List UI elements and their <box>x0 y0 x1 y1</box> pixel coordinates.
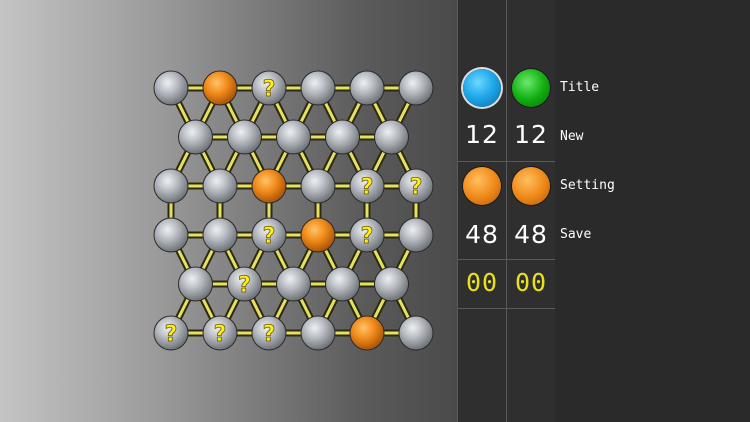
board-node-gray[interactable] <box>398 217 434 253</box>
game-menu: Title New Setting Save <box>555 0 750 422</box>
player2-stone-indicator <box>507 162 555 210</box>
game-board[interactable]: ????????? <box>0 0 457 422</box>
gray-stone-icon <box>300 70 336 106</box>
board-node-question[interactable]: ? <box>153 315 189 351</box>
board-node-orange[interactable] <box>300 217 336 253</box>
gray-stone-icon <box>178 266 213 302</box>
player2-score: 48 <box>514 220 548 249</box>
scoreboard-row-divider <box>458 259 555 260</box>
board-node-gray[interactable] <box>153 168 189 204</box>
gray-stone-icon <box>325 266 360 302</box>
board-node-orange[interactable] <box>349 315 385 351</box>
question-mark-icon: ? <box>238 273 251 298</box>
game-board-area: ????????? <box>0 0 457 422</box>
setting-button[interactable]: Setting <box>560 178 615 193</box>
board-node-gray[interactable] <box>153 70 189 106</box>
scoreboard-row-divider <box>458 308 555 309</box>
board-node-question[interactable]: ? <box>349 217 385 253</box>
new-game-button[interactable]: New <box>560 129 583 144</box>
gray-stone-icon <box>276 266 311 302</box>
board-node-gray[interactable] <box>374 119 409 155</box>
gray-stone-icon <box>153 70 189 106</box>
question-mark-icon: ? <box>263 224 276 249</box>
board-node-gray[interactable] <box>398 70 434 106</box>
player1-timer: 00 <box>465 268 499 297</box>
gray-stone-icon <box>349 70 385 106</box>
question-mark-icon: ? <box>361 224 374 249</box>
orange-stone-icon <box>251 168 287 204</box>
question-mark-icon: ? <box>263 322 276 347</box>
gray-stone-icon <box>300 315 336 351</box>
player2-orange-orb-icon <box>512 167 550 205</box>
board-node-gray[interactable] <box>374 266 409 302</box>
title-button[interactable]: Title <box>560 80 599 95</box>
player1-blue-orb-icon <box>463 69 501 107</box>
gray-stone-icon <box>276 119 311 155</box>
board-node-gray[interactable] <box>178 119 213 155</box>
player1-count: 12 <box>465 120 499 149</box>
question-mark-icon: ? <box>410 175 423 200</box>
board-node-question[interactable]: ? <box>202 315 238 351</box>
gray-stone-icon <box>153 168 189 204</box>
board-node-gray[interactable] <box>153 217 189 253</box>
player1-color-indicator <box>458 64 506 112</box>
orange-stone-icon <box>300 217 336 253</box>
player2-green-orb-icon <box>512 69 550 107</box>
player1-orange-orb-icon <box>463 167 501 205</box>
question-mark-icon: ? <box>214 322 227 347</box>
question-mark-icon: ? <box>165 322 178 347</box>
scoreboard: 12 12 48 48 00 00 <box>457 0 556 422</box>
board-node-gray[interactable] <box>300 315 336 351</box>
board-node-gray[interactable] <box>276 266 311 302</box>
gray-stone-icon <box>178 119 213 155</box>
gray-stone-icon <box>300 168 336 204</box>
gray-stone-icon <box>202 217 238 253</box>
board-node-gray[interactable] <box>398 315 434 351</box>
board-node-question[interactable]: ? <box>349 168 385 204</box>
gray-stone-icon <box>325 119 360 155</box>
gray-stone-icon <box>227 119 262 155</box>
player2-timer: 00 <box>514 268 548 297</box>
player1-stone-indicator <box>458 162 506 210</box>
board-node-question[interactable]: ? <box>251 315 287 351</box>
board-node-gray[interactable] <box>227 119 262 155</box>
board-node-gray[interactable] <box>325 119 360 155</box>
board-node-gray[interactable] <box>300 70 336 106</box>
board-node-gray[interactable] <box>300 168 336 204</box>
board-node-gray[interactable] <box>202 168 238 204</box>
player2-count: 12 <box>514 120 548 149</box>
gray-stone-icon <box>374 119 409 155</box>
gray-stone-icon <box>398 70 434 106</box>
board-node-gray[interactable] <box>202 217 238 253</box>
board-node-question[interactable]: ? <box>251 217 287 253</box>
board-node-gray[interactable] <box>325 266 360 302</box>
board-node-question[interactable]: ? <box>227 266 262 302</box>
gray-stone-icon <box>398 217 434 253</box>
player2-color-indicator <box>507 64 555 112</box>
question-mark-icon: ? <box>263 77 276 102</box>
gray-stone-icon <box>398 315 434 351</box>
orange-stone-icon <box>349 315 385 351</box>
gray-stone-icon <box>153 217 189 253</box>
board-node-gray[interactable] <box>276 119 311 155</box>
save-button[interactable]: Save <box>560 227 591 242</box>
board-node-orange[interactable] <box>251 168 287 204</box>
player1-score: 48 <box>465 220 499 249</box>
orange-stone-icon <box>202 70 238 106</box>
question-mark-icon: ? <box>361 175 374 200</box>
board-node-gray[interactable] <box>349 70 385 106</box>
gray-stone-icon <box>374 266 409 302</box>
gray-stone-icon <box>202 168 238 204</box>
board-node-orange[interactable] <box>202 70 238 106</box>
board-node-question[interactable]: ? <box>398 168 434 204</box>
board-node-gray[interactable] <box>178 266 213 302</box>
board-node-question[interactable]: ? <box>251 70 287 106</box>
